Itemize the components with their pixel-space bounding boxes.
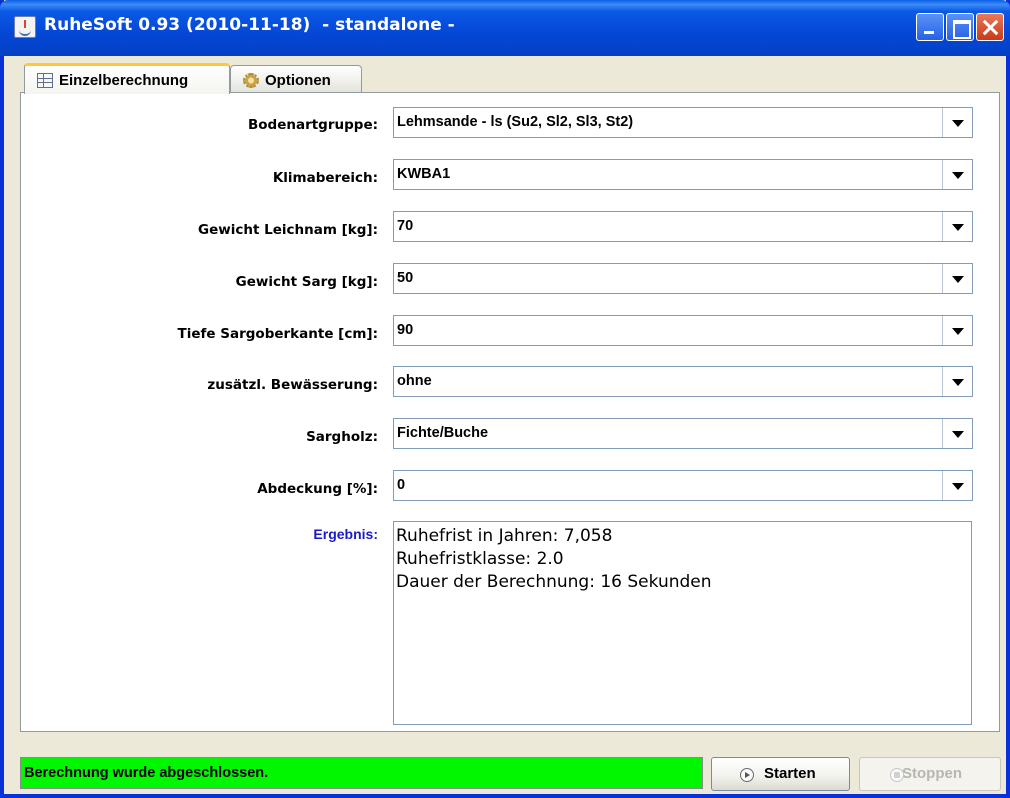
selected-value: 50: [397, 270, 414, 286]
sargholz-label: Sargholz:: [306, 429, 378, 445]
gewicht-leichnam-label: Gewicht Leichnam [kg]:: [198, 222, 378, 238]
java-app-icon: [14, 16, 36, 38]
stop-button[interactable]: Stoppen: [859, 757, 1001, 791]
table-icon: [37, 73, 53, 88]
tab-optionen[interactable]: Optionen: [230, 65, 362, 93]
chevron-down-icon[interactable]: [942, 160, 972, 189]
gewicht-leichnam-select[interactable]: 70: [393, 211, 973, 242]
chevron-down-icon[interactable]: [942, 108, 972, 137]
status-bar: Berechnung wurde abgeschlossen.: [20, 757, 703, 789]
selected-value: 0: [397, 477, 406, 493]
result-line: Ruhefristklasse: 2.0: [396, 549, 564, 569]
chevron-down-icon[interactable]: [942, 419, 972, 448]
start-button[interactable]: Starten: [711, 757, 850, 791]
chevron-down-icon[interactable]: [942, 316, 972, 345]
selected-value: Lehmsande - ls (Su2, Sl2, Sl3, St2): [397, 114, 634, 130]
window-title: RuheSoft 0.93 (2010-11-18) - standalone …: [44, 15, 455, 35]
klimabereich-label: Klimabereich:: [272, 170, 378, 186]
selected-value: 90: [397, 322, 414, 338]
play-icon: [740, 768, 754, 782]
abdeckung-label: Abdeckung [%]:: [257, 481, 378, 497]
result-textarea[interactable]: Ruhefrist in Jahren: 7,058 Ruhefristklas…: [393, 521, 972, 725]
gewicht-sarg-label: Gewicht Sarg [kg]:: [235, 274, 378, 290]
close-button[interactable]: [976, 13, 1004, 41]
tiefe-sargoberkante-label: Tiefe Sargoberkante [cm]:: [177, 326, 378, 342]
stop-button-label: Stoppen: [902, 765, 962, 782]
tab-label: Einzelberechnung: [59, 72, 189, 89]
ergebnis-label: Ergebnis:: [313, 526, 378, 542]
bewaesserung-label: zusätzl. Bewässerung:: [207, 377, 378, 393]
bodenartgruppe-label: Bodenartgruppe:: [247, 117, 378, 133]
chevron-down-icon[interactable]: [942, 212, 972, 241]
tab-label: Optionen: [265, 72, 331, 89]
gewicht-sarg-select[interactable]: 50: [393, 263, 973, 294]
stop-icon: [890, 768, 904, 782]
minimize-button[interactable]: [916, 13, 944, 41]
result-line: Ruhefrist in Jahren: 7,058: [396, 526, 613, 546]
maximize-button[interactable]: [946, 13, 974, 41]
tiefe-sargoberkante-select[interactable]: 90: [393, 315, 973, 346]
chevron-down-icon[interactable]: [942, 471, 972, 500]
chevron-down-icon[interactable]: [942, 264, 972, 293]
gear-icon: [243, 73, 259, 88]
klimabereich-select[interactable]: KWBA1: [393, 159, 973, 190]
sargholz-select[interactable]: Fichte/Buche: [393, 418, 973, 449]
selected-value: ohne: [397, 373, 432, 389]
chevron-down-icon[interactable]: [942, 367, 972, 396]
selected-value: 70: [397, 218, 414, 234]
abdeckung-select[interactable]: 0: [393, 470, 973, 501]
tab-einzelberechnung[interactable]: Einzelberechnung: [24, 63, 230, 94]
title-bar[interactable]: RuheSoft 0.93 (2010-11-18) - standalone …: [0, 0, 1010, 56]
selected-value: Fichte/Buche: [397, 425, 489, 441]
bodenartgruppe-select[interactable]: Lehmsande - ls (Su2, Sl2, Sl3, St2): [393, 107, 973, 138]
selected-value: KWBA1: [397, 166, 451, 182]
result-line: Dauer der Berechnung: 16 Sekunden: [396, 572, 712, 592]
start-button-label: Starten: [764, 765, 816, 782]
bewaesserung-select[interactable]: ohne: [393, 366, 973, 397]
